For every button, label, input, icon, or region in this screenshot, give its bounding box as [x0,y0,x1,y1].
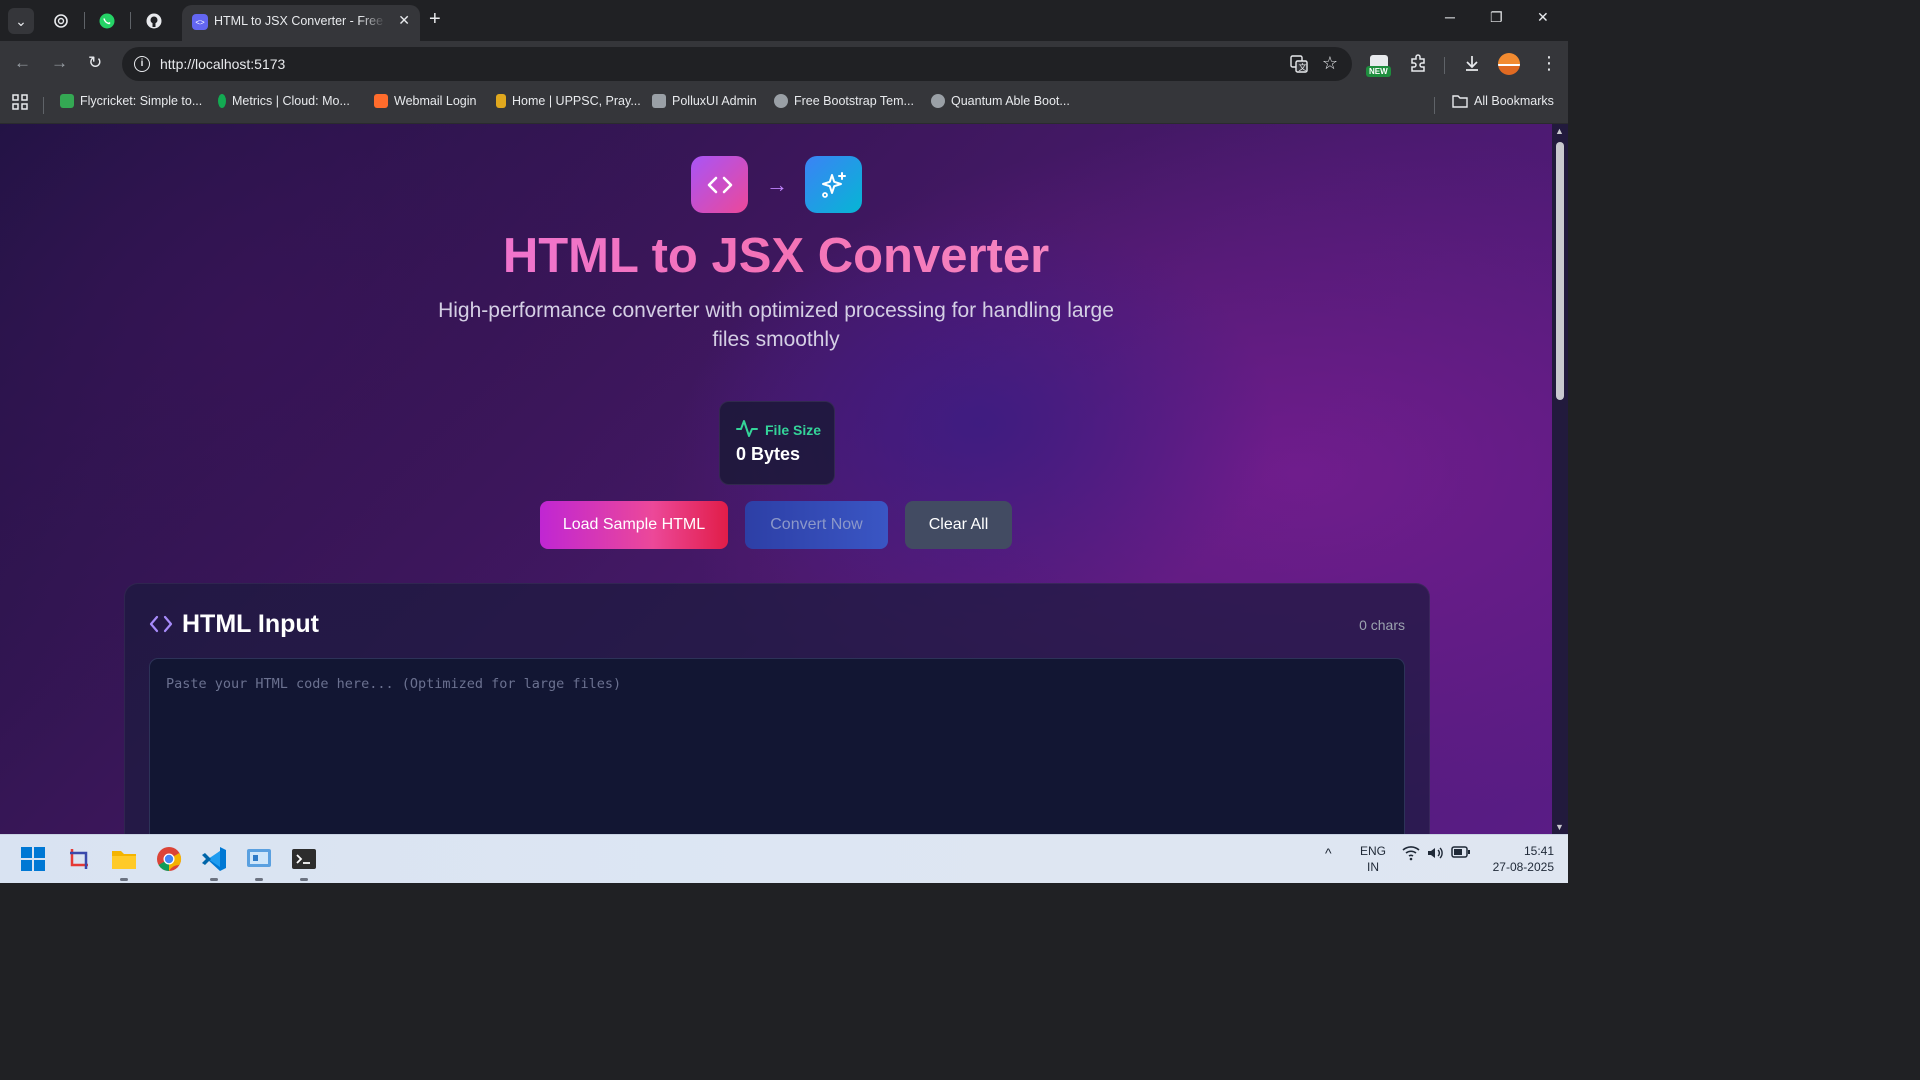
snipping-tool-icon[interactable] [66,845,94,873]
code-icon [149,615,173,633]
arrow-right-icon: → [766,172,788,197]
bookmark-favicon-icon [60,94,74,108]
panel-title: HTML Input [182,610,319,638]
globe-icon [931,94,945,108]
scroll-thumb[interactable] [1556,142,1564,400]
bookmark-item[interactable]: Free Bootstrap Tem... [774,94,914,108]
site-info-icon[interactable]: i [134,56,150,72]
svg-text:文: 文 [1299,62,1307,72]
menu-icon[interactable]: ⋮ [1540,53,1558,74]
profile-avatar[interactable] [1498,53,1520,75]
file-size-card: File Size 0 Bytes [719,401,835,485]
minimize-icon[interactable]: ─ [1445,9,1455,25]
back-icon[interactable]: ← [14,53,31,73]
chatgpt-icon[interactable] [48,8,74,34]
chrome-icon[interactable] [155,845,183,873]
all-bookmarks[interactable]: All Bookmarks [1452,94,1554,108]
convert-button[interactable]: Convert Now [745,501,888,549]
page-subtitle: High-performance converter with optimize… [438,299,1114,351]
scroll-up-icon[interactable]: ▲ [1555,126,1564,136]
clear-all-button[interactable]: Clear All [905,501,1012,549]
restore-icon[interactable]: ❐ [1490,9,1503,26]
bookmark-favicon-icon [374,94,388,108]
tab-title: HTML to JSX Converter - Free C [214,14,386,28]
tab-divider [84,12,85,29]
url-text[interactable]: http://localhost:5173 [160,56,285,72]
new-tab-icon[interactable]: + [429,8,441,31]
bookmark-favicon-icon [218,94,226,108]
file-size-label: File Size [765,422,822,438]
bookmark-star-icon[interactable]: ☆ [1322,53,1338,74]
reload-icon[interactable]: ↻ [88,53,102,73]
battery-icon[interactable] [1451,845,1471,862]
bookmark-item[interactable]: Metrics | Cloud: Mo... [218,94,350,108]
html-input-textarea[interactable] [149,658,1405,834]
bookmarks-bar: Flycricket: Simple to... Metrics | Cloud… [0,87,1568,124]
browser-toolbar: ← → ↻ i http://localhost:5173 文 ☆ NEW ⋮ [0,41,1568,87]
char-count: 0 chars [1359,617,1405,633]
activity-icon [736,420,758,437]
tab-search-icon[interactable]: ⌄ [8,8,34,34]
tab-divider [130,12,131,29]
apps-grid-icon[interactable] [12,94,28,110]
whatsapp-icon[interactable] [94,8,120,34]
load-sample-button[interactable]: Load Sample HTML [540,501,728,549]
download-icon[interactable] [1462,53,1482,78]
bookmarks-divider [1434,97,1435,114]
github-icon[interactable] [141,8,167,34]
folder-icon [1452,95,1468,108]
page-title: HTML to JSX Converter [0,228,1552,284]
page-scrollbar[interactable]: ▲ ▼ [1552,124,1568,834]
code-icon [691,156,748,213]
sparkles-icon [805,156,862,213]
language-indicator[interactable]: ENG IN [1360,843,1386,875]
bookmark-favicon-icon [496,94,506,108]
bookmarks-divider [43,97,44,114]
translate-icon[interactable]: 文 [1290,55,1308,77]
close-window-icon[interactable]: ✕ [1537,9,1549,26]
scroll-down-icon[interactable]: ▼ [1555,822,1564,832]
tab-active[interactable]: <> HTML to JSX Converter - Free C ✕ [182,5,420,41]
bookmark-item[interactable]: Quantum Able Boot... [931,94,1070,108]
bookmark-favicon-icon [652,94,666,108]
bookmark-item[interactable]: PolluxUI Admin [652,94,757,108]
forward-icon[interactable]: → [51,53,68,73]
tab-strip: ⌄ <> HTML to JSX Converter - Free C ✕ + … [0,0,1568,41]
extensions-icon[interactable] [1408,53,1428,78]
close-tab-icon[interactable]: ✕ [398,12,410,29]
show-hidden-icons[interactable]: ^ [1325,845,1332,861]
bookmark-item[interactable]: Home | UPPSC, Pray... [496,94,641,108]
globe-icon [774,94,788,108]
address-bar[interactable]: i http://localhost:5173 文 ☆ [122,47,1352,81]
code-favicon-icon: <> [192,14,208,30]
new-feature-icon[interactable]: NEW [1366,55,1394,81]
bookmark-item[interactable]: Flycricket: Simple to... [60,94,202,108]
control-panel-icon[interactable] [245,845,273,881]
file-size-value: 0 Bytes [736,444,801,464]
windows-start-icon[interactable] [19,845,47,873]
html-input-panel: HTML Input 0 chars [124,583,1430,834]
taskbar: ^ ENG IN 15:41 27-08-2025 [0,834,1568,883]
bookmark-item[interactable]: Webmail Login [374,94,476,108]
terminal-icon[interactable] [290,845,318,881]
file-explorer-icon[interactable] [110,845,138,881]
toolbar-divider [1444,57,1445,74]
system-clock[interactable]: 15:41 27-08-2025 [1478,843,1554,875]
volume-icon[interactable] [1426,845,1444,864]
wifi-icon[interactable] [1402,845,1420,864]
vscode-icon[interactable] [200,845,228,881]
page-content: → HTML to JSX Converter High-performance… [0,124,1568,834]
